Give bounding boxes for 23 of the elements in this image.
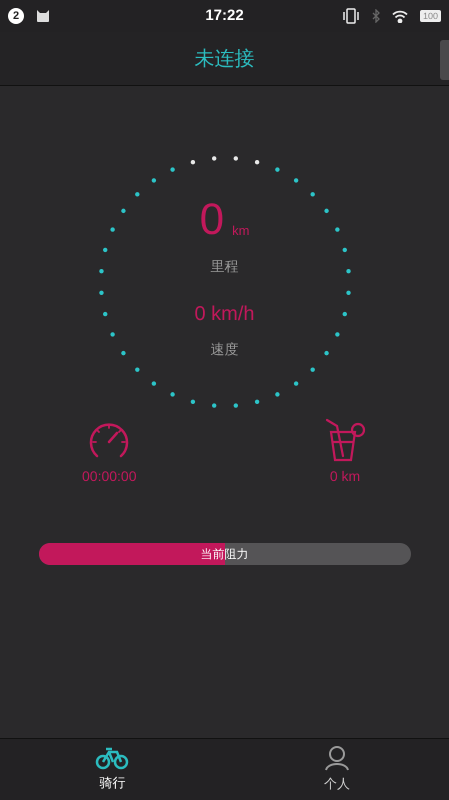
- notification-count: 2: [8, 8, 24, 24]
- scroll-handle: [440, 40, 449, 80]
- speed-value: 0 km/h: [194, 302, 255, 327]
- stat-value: 0 km: [330, 467, 360, 486]
- resistance-bar[interactable]: 当前阻力: [38, 543, 410, 565]
- tab-bar-item[interactable]: 骑行: [0, 739, 224, 800]
- vibrate-icon: [342, 8, 360, 24]
- drink-glass-icon: [323, 418, 367, 462]
- battery-indicator: 100: [420, 10, 441, 22]
- cat-icon: [36, 9, 50, 23]
- stat-value: 00:00:00: [82, 467, 136, 486]
- distance-value: 0: [200, 198, 224, 242]
- person-icon: [324, 745, 350, 772]
- status-time: 17:22: [205, 6, 244, 26]
- connection-title: 未连接: [194, 46, 254, 72]
- wifi-icon: [392, 10, 408, 22]
- distance-unit: km: [232, 222, 250, 240]
- bluetooth-icon: [372, 9, 380, 23]
- distance-label: 里程: [210, 257, 238, 276]
- resistance-label: 当前阻力: [200, 546, 248, 563]
- bicycle-icon: [95, 746, 130, 770]
- speed-label: 速度: [210, 340, 238, 359]
- tab-bar-item[interactable]: 个人: [224, 739, 449, 800]
